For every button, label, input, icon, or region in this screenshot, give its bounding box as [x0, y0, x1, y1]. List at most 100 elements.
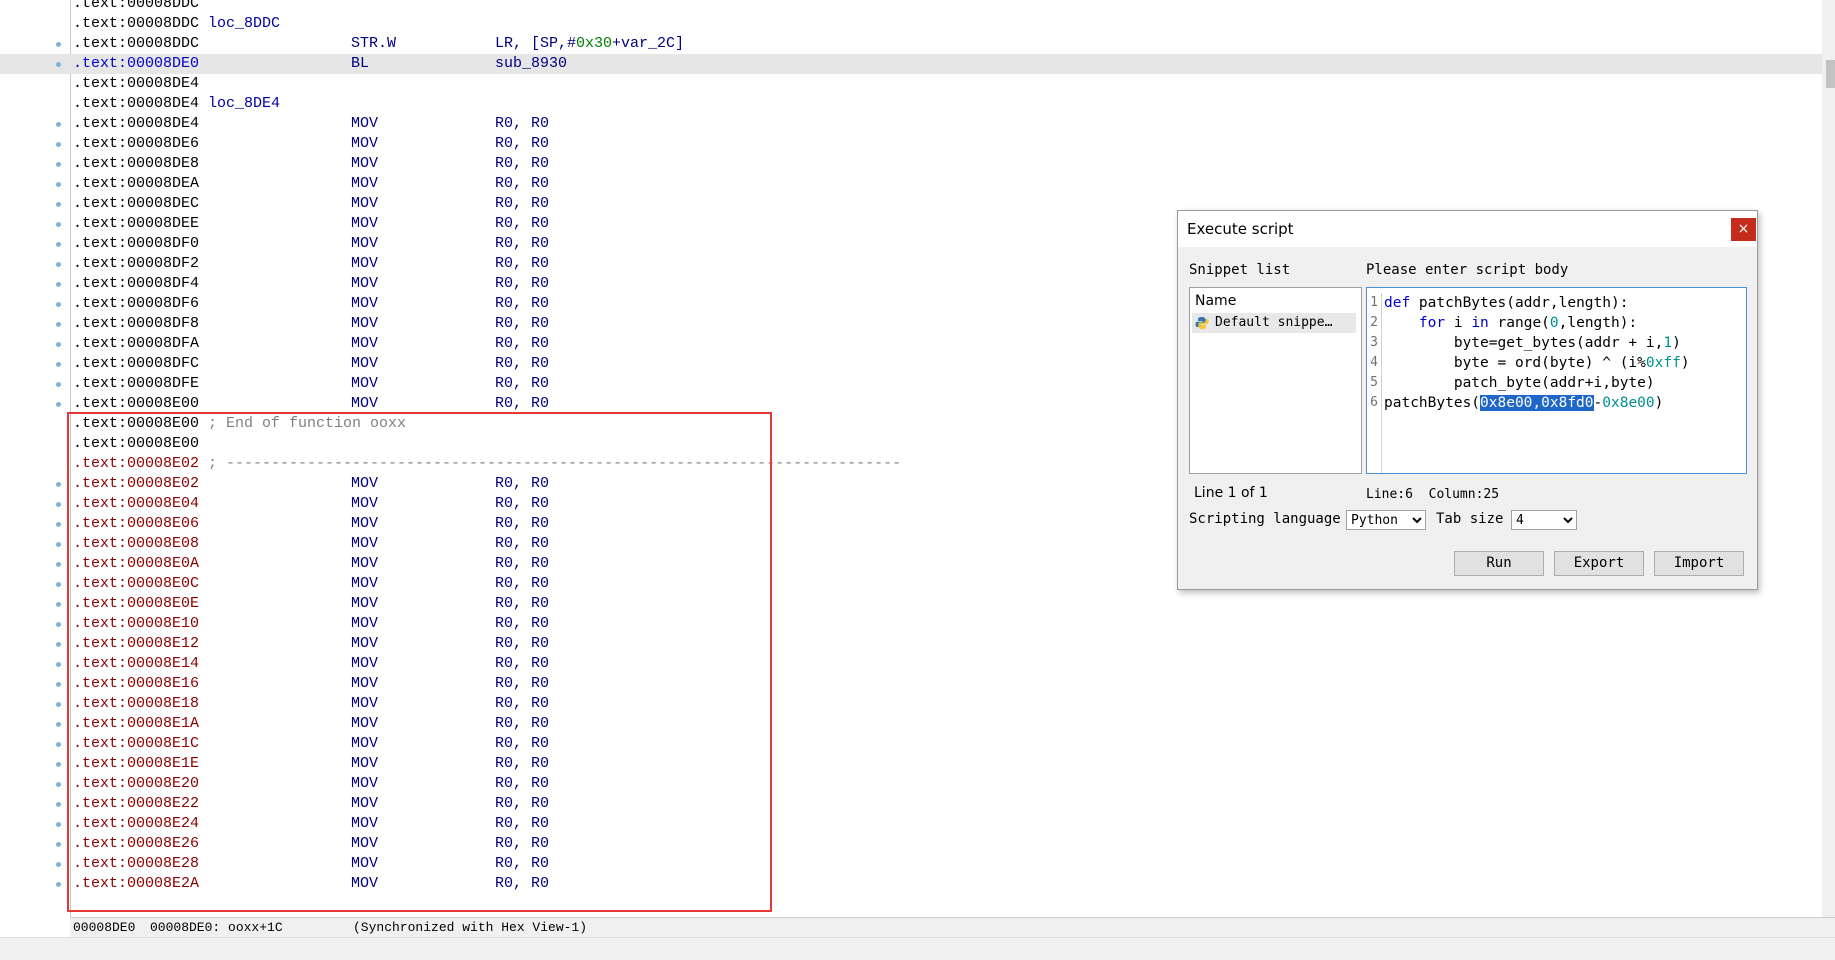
address[interactable]: .text:00008DF8: [73, 314, 199, 334]
operands[interactable]: R0, R0: [495, 714, 549, 734]
snippet-list[interactable]: Name Default snippe…: [1189, 287, 1362, 474]
operands[interactable]: R0, R0: [495, 614, 549, 634]
breakpoint-dot-icon[interactable]: [56, 42, 61, 47]
breakpoint-dot-icon[interactable]: [56, 282, 61, 287]
address[interactable]: .text:00008E08: [73, 534, 199, 554]
scrollbar-thumb[interactable]: [1826, 60, 1835, 88]
mnemonic[interactable]: MOV: [351, 654, 378, 674]
operands[interactable]: LR, [SP,#0x30+var_2C]: [495, 34, 684, 54]
operands[interactable]: R0, R0: [495, 594, 549, 614]
listing-row[interactable]: .text:00008E1E MOV R0, R0: [0, 754, 1835, 774]
operands[interactable]: R0, R0: [495, 874, 549, 894]
breakpoint-dot-icon[interactable]: [56, 222, 61, 227]
mnemonic[interactable]: MOV: [351, 154, 378, 174]
address[interactable]: .text:00008DE0: [73, 54, 199, 74]
address[interactable]: .text:00008E28: [73, 854, 199, 874]
mnemonic[interactable]: MOV: [351, 274, 378, 294]
mnemonic[interactable]: MOV: [351, 194, 378, 214]
mnemonic[interactable]: MOV: [351, 634, 378, 654]
address[interactable]: .text:00008DE6: [73, 134, 199, 154]
listing-row[interactable]: .text:00008DE4 MOV R0, R0: [0, 114, 1835, 134]
listing-row[interactable]: .text:00008DE8 MOV R0, R0: [0, 154, 1835, 174]
listing-row[interactable]: .text:00008E16 MOV R0, R0: [0, 674, 1835, 694]
operands[interactable]: R0, R0: [495, 534, 549, 554]
code-text[interactable]: def patchBytes(addr,length): for i in ra…: [1384, 293, 1690, 413]
operands[interactable]: R0, R0: [495, 214, 549, 234]
breakpoint-dot-icon[interactable]: [56, 142, 61, 147]
address[interactable]: .text:00008E1A: [73, 714, 199, 734]
operands[interactable]: R0, R0: [495, 294, 549, 314]
breakpoint-dot-icon[interactable]: [56, 822, 61, 827]
script-editor[interactable]: 1 2 3 4 5 6 def patchBytes(addr,length):…: [1366, 287, 1747, 474]
listing-row[interactable]: .text:00008E2A MOV R0, R0: [0, 874, 1835, 894]
mnemonic[interactable]: MOV: [351, 854, 378, 874]
operands[interactable]: R0, R0: [495, 734, 549, 754]
breakpoint-dot-icon[interactable]: [56, 362, 61, 367]
address[interactable]: .text:00008E20: [73, 774, 199, 794]
address[interactable]: .text:00008E0A: [73, 554, 199, 574]
breakpoint-dot-icon[interactable]: [56, 202, 61, 207]
mnemonic[interactable]: MOV: [351, 754, 378, 774]
operands[interactable]: R0, R0: [495, 634, 549, 654]
operands[interactable]: R0, R0: [495, 274, 549, 294]
address[interactable]: .text:00008DEA: [73, 174, 199, 194]
breakpoint-dot-icon[interactable]: [56, 562, 61, 567]
listing-row[interactable]: .text:00008E26 MOV R0, R0: [0, 834, 1835, 854]
mnemonic[interactable]: MOV: [351, 374, 378, 394]
address[interactable]: .text:00008E18: [73, 694, 199, 714]
mnemonic[interactable]: MOV: [351, 554, 378, 574]
name-column-header[interactable]: Name: [1195, 293, 1236, 309]
mnemonic[interactable]: MOV: [351, 114, 378, 134]
operands[interactable]: R0, R0: [495, 774, 549, 794]
listing-row[interactable]: .text:00008E20 MOV R0, R0: [0, 774, 1835, 794]
address[interactable]: .text:00008E24: [73, 814, 199, 834]
breakpoint-dot-icon[interactable]: [56, 642, 61, 647]
address[interactable]: .text:00008E22: [73, 794, 199, 814]
operands[interactable]: R0, R0: [495, 374, 549, 394]
address[interactable]: .text:00008E10: [73, 614, 199, 634]
breakpoint-dot-icon[interactable]: [56, 122, 61, 127]
operands[interactable]: R0, R0: [495, 174, 549, 194]
address[interactable]: .text:00008DFE: [73, 374, 199, 394]
address[interactable]: .text:00008DDC: [73, 14, 199, 34]
breakpoint-dot-icon[interactable]: [56, 342, 61, 347]
mnemonic[interactable]: MOV: [351, 574, 378, 594]
operands[interactable]: R0, R0: [495, 754, 549, 774]
listing-row[interactable]: .text:00008DDC STR.W LR, [SP,#0x30+var_2C]: [0, 34, 1835, 54]
address[interactable]: .text:00008DE8: [73, 154, 199, 174]
mnemonic[interactable]: STR.W: [351, 34, 396, 54]
mnemonic[interactable]: MOV: [351, 834, 378, 854]
listing-row[interactable]: .text:00008E14 MOV R0, R0: [0, 654, 1835, 674]
mnemonic[interactable]: MOV: [351, 614, 378, 634]
operands[interactable]: R0, R0: [495, 574, 549, 594]
import-button[interactable]: Import: [1654, 551, 1744, 576]
breakpoint-dot-icon[interactable]: [56, 802, 61, 807]
operands[interactable]: R0, R0: [495, 134, 549, 154]
breakpoint-dot-icon[interactable]: [56, 402, 61, 407]
mnemonic[interactable]: MOV: [351, 134, 378, 154]
breakpoint-dot-icon[interactable]: [56, 62, 61, 67]
breakpoint-dot-icon[interactable]: [56, 242, 61, 247]
address[interactable]: .text:00008DF2: [73, 254, 199, 274]
breakpoint-dot-icon[interactable]: [56, 302, 61, 307]
address[interactable]: .text:00008E02: [73, 474, 199, 494]
listing-row[interactable]: .text:00008DE6 MOV R0, R0: [0, 134, 1835, 154]
operands[interactable]: R0, R0: [495, 674, 549, 694]
scripting-language-select[interactable]: Python: [1346, 510, 1426, 530]
mnemonic[interactable]: MOV: [351, 674, 378, 694]
mnemonic[interactable]: MOV: [351, 314, 378, 334]
listing-row[interactable]: .text:00008DE4: [0, 74, 1835, 94]
breakpoint-dot-icon[interactable]: [56, 842, 61, 847]
operands[interactable]: R0, R0: [495, 234, 549, 254]
operands[interactable]: R0, R0: [495, 694, 549, 714]
breakpoint-dot-icon[interactable]: [56, 722, 61, 727]
listing-row[interactable]: .text:00008E0E MOV R0, R0: [0, 594, 1835, 614]
breakpoint-dot-icon[interactable]: [56, 582, 61, 587]
address[interactable]: .text:00008E04: [73, 494, 199, 514]
mnemonic[interactable]: MOV: [351, 734, 378, 754]
address[interactable]: .text:00008E00: [73, 414, 199, 434]
operands[interactable]: R0, R0: [495, 394, 549, 414]
mnemonic[interactable]: MOV: [351, 874, 378, 894]
listing-row[interactable]: .text:00008E22 MOV R0, R0: [0, 794, 1835, 814]
listing-row[interactable]: .text:00008DE4 loc_8DE4: [0, 94, 1835, 114]
